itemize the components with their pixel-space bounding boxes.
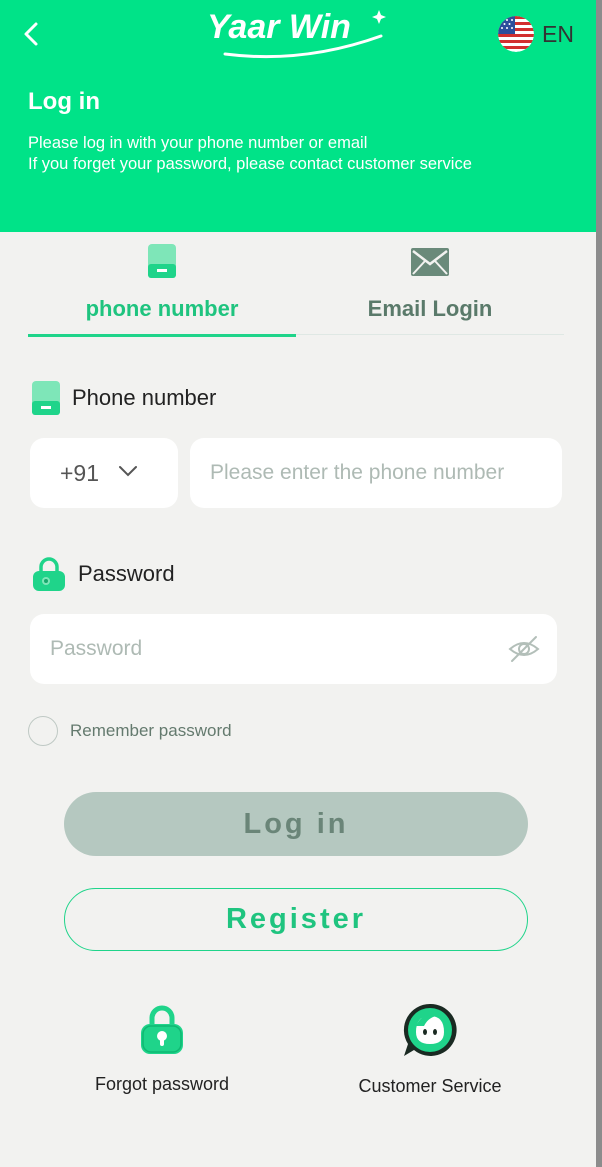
password-heading: Password [32,557,175,591]
language-selector[interactable]: EN [498,16,574,52]
phone-icon [32,381,60,415]
remember-password-label: Remember password [70,721,232,740]
login-button[interactable]: Log in [64,792,528,856]
customer-service-icon [403,1003,457,1056]
tab-label-phone: phone number [85,296,239,321]
description-line-2: If you forget your password, please cont… [28,155,472,173]
header-description: Please log in with your phone number or … [28,133,472,175]
phone-number-input[interactable] [190,438,562,508]
logo-text: Yaar Win [207,8,351,46]
remember-password[interactable]: Remember password [28,716,232,746]
forgot-password-link[interactable]: Forgot password [62,1002,262,1095]
password-label: Password [78,561,175,586]
eye-off-icon[interactable] [508,635,540,663]
country-code-select[interactable]: +91 [30,438,178,508]
active-tab-indicator [28,334,296,337]
forgot-password-label: Forgot password [94,1074,230,1094]
customer-service-label: Customer Service [358,1076,502,1096]
lock-icon [33,557,65,591]
phone-number-label: Phone number [72,385,217,410]
tab-email-login[interactable]: Email Login [296,240,564,335]
tab-label-email: Email Login [367,296,493,321]
password-input[interactable] [30,614,557,684]
country-code-value: +91 [60,459,100,486]
remember-password-radio[interactable] [28,716,58,746]
login-page: Yaar Win EN Log in Please log in with yo… [0,0,596,1167]
email-icon [411,248,449,276]
yaarwin-logo: Yaar Win [207,8,386,59]
register-button[interactable]: Register [64,888,528,951]
scrollbar[interactable] [596,0,602,1167]
language-code: EN [542,20,574,47]
lock-key-icon [141,1005,183,1054]
login-tabs: phone number Email Login [28,240,564,337]
tab-phone-number[interactable]: phone number [28,240,296,337]
back-arrow-icon[interactable] [16,18,48,50]
phone-number-heading: Phone number [32,381,216,415]
phone-icon [148,244,176,278]
description-line-1: Please log in with your phone number or … [28,134,368,152]
chevron-down-icon [119,466,137,477]
page-title: Log in [28,88,100,115]
us-flag-icon [498,16,534,52]
customer-service-link[interactable]: Customer Service [330,1002,530,1097]
header: Yaar Win EN Log in Please log in with yo… [0,0,596,232]
